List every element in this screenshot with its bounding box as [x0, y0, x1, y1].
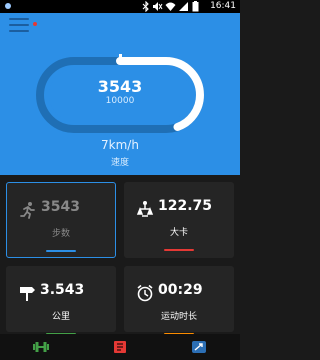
wifi-icon — [165, 2, 176, 11]
journal-icon[interactable] — [112, 340, 128, 354]
dumbbell-icon[interactable] — [33, 340, 49, 354]
battery-icon — [192, 1, 199, 12]
bottom-nav — [0, 334, 240, 360]
tile-steps[interactable]: 3543 步数 — [6, 182, 116, 258]
share-icon[interactable] — [191, 340, 207, 354]
speed-value: 7km/h — [101, 138, 139, 152]
signpost-icon — [20, 287, 35, 301]
progress-marker — [119, 54, 122, 61]
calories-indicator — [164, 249, 194, 251]
scale-icon — [136, 201, 154, 217]
distance-value: 3.543 — [40, 282, 85, 298]
alarm-clock-icon — [137, 284, 153, 302]
notification-dot-icon — [5, 3, 11, 9]
tile-calories[interactable]: 122.75 大卡 — [124, 182, 234, 258]
calories-value: 122.75 — [158, 198, 213, 214]
steps-label: 步数 — [51, 229, 70, 239]
tile-duration[interactable]: 00:29 运动时长 — [124, 266, 234, 335]
signal-icon — [179, 2, 188, 11]
running-icon — [20, 202, 35, 219]
steps-goal: 10000 — [105, 96, 135, 106]
tile-distance[interactable]: 3.543 公里 — [6, 266, 116, 335]
steps-indicator — [46, 250, 76, 252]
steps-value: 3543 — [41, 199, 80, 215]
steps-count: 3543 — [97, 77, 143, 96]
duration-value: 00:29 — [158, 282, 203, 298]
calories-label: 大卡 — [169, 228, 188, 238]
status-time: 16:41 — [210, 1, 236, 11]
mute-icon — [153, 2, 163, 11]
status-bar: 16:41 — [0, 0, 240, 13]
bluetooth-icon — [142, 1, 149, 12]
distance-label: 公里 — [51, 312, 70, 322]
hero-panel: 3543 10000 7km/h 速度 — [0, 13, 240, 175]
speed-label: 速度 — [110, 158, 129, 168]
duration-label: 运动时长 — [160, 312, 197, 322]
